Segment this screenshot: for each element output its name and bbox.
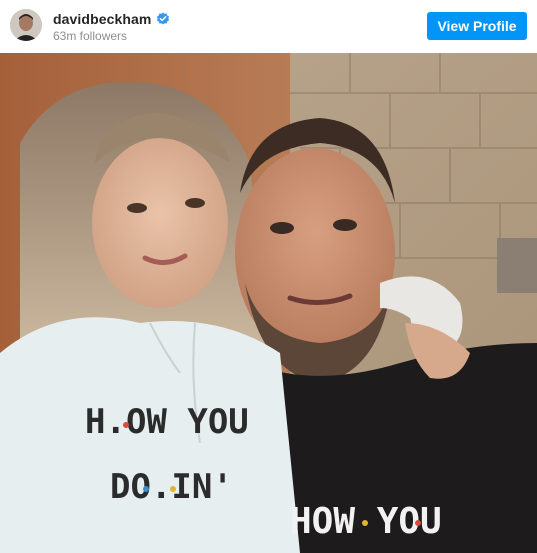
verified-badge-icon <box>157 12 170 25</box>
post-header: davidbeckham 63m followers View Profile <box>0 0 537 53</box>
wall-plate <box>497 238 537 293</box>
post-photo[interactable]: H.OW YOU DO.IN' HOW YOU <box>0 53 537 553</box>
view-profile-button[interactable]: View Profile <box>427 12 527 40</box>
username-row: davidbeckham <box>53 10 170 28</box>
left-hoodie-text-line1: H.OW YOU <box>85 402 249 442</box>
follower-count: 63m followers <box>53 29 128 43</box>
avatar[interactable] <box>10 9 42 41</box>
username[interactable]: davidbeckham <box>53 11 151 27</box>
photo-canvas: H.OW YOU DO.IN' HOW YOU <box>0 53 537 553</box>
avatar-portrait-icon <box>10 9 42 41</box>
girl-face <box>92 138 228 308</box>
